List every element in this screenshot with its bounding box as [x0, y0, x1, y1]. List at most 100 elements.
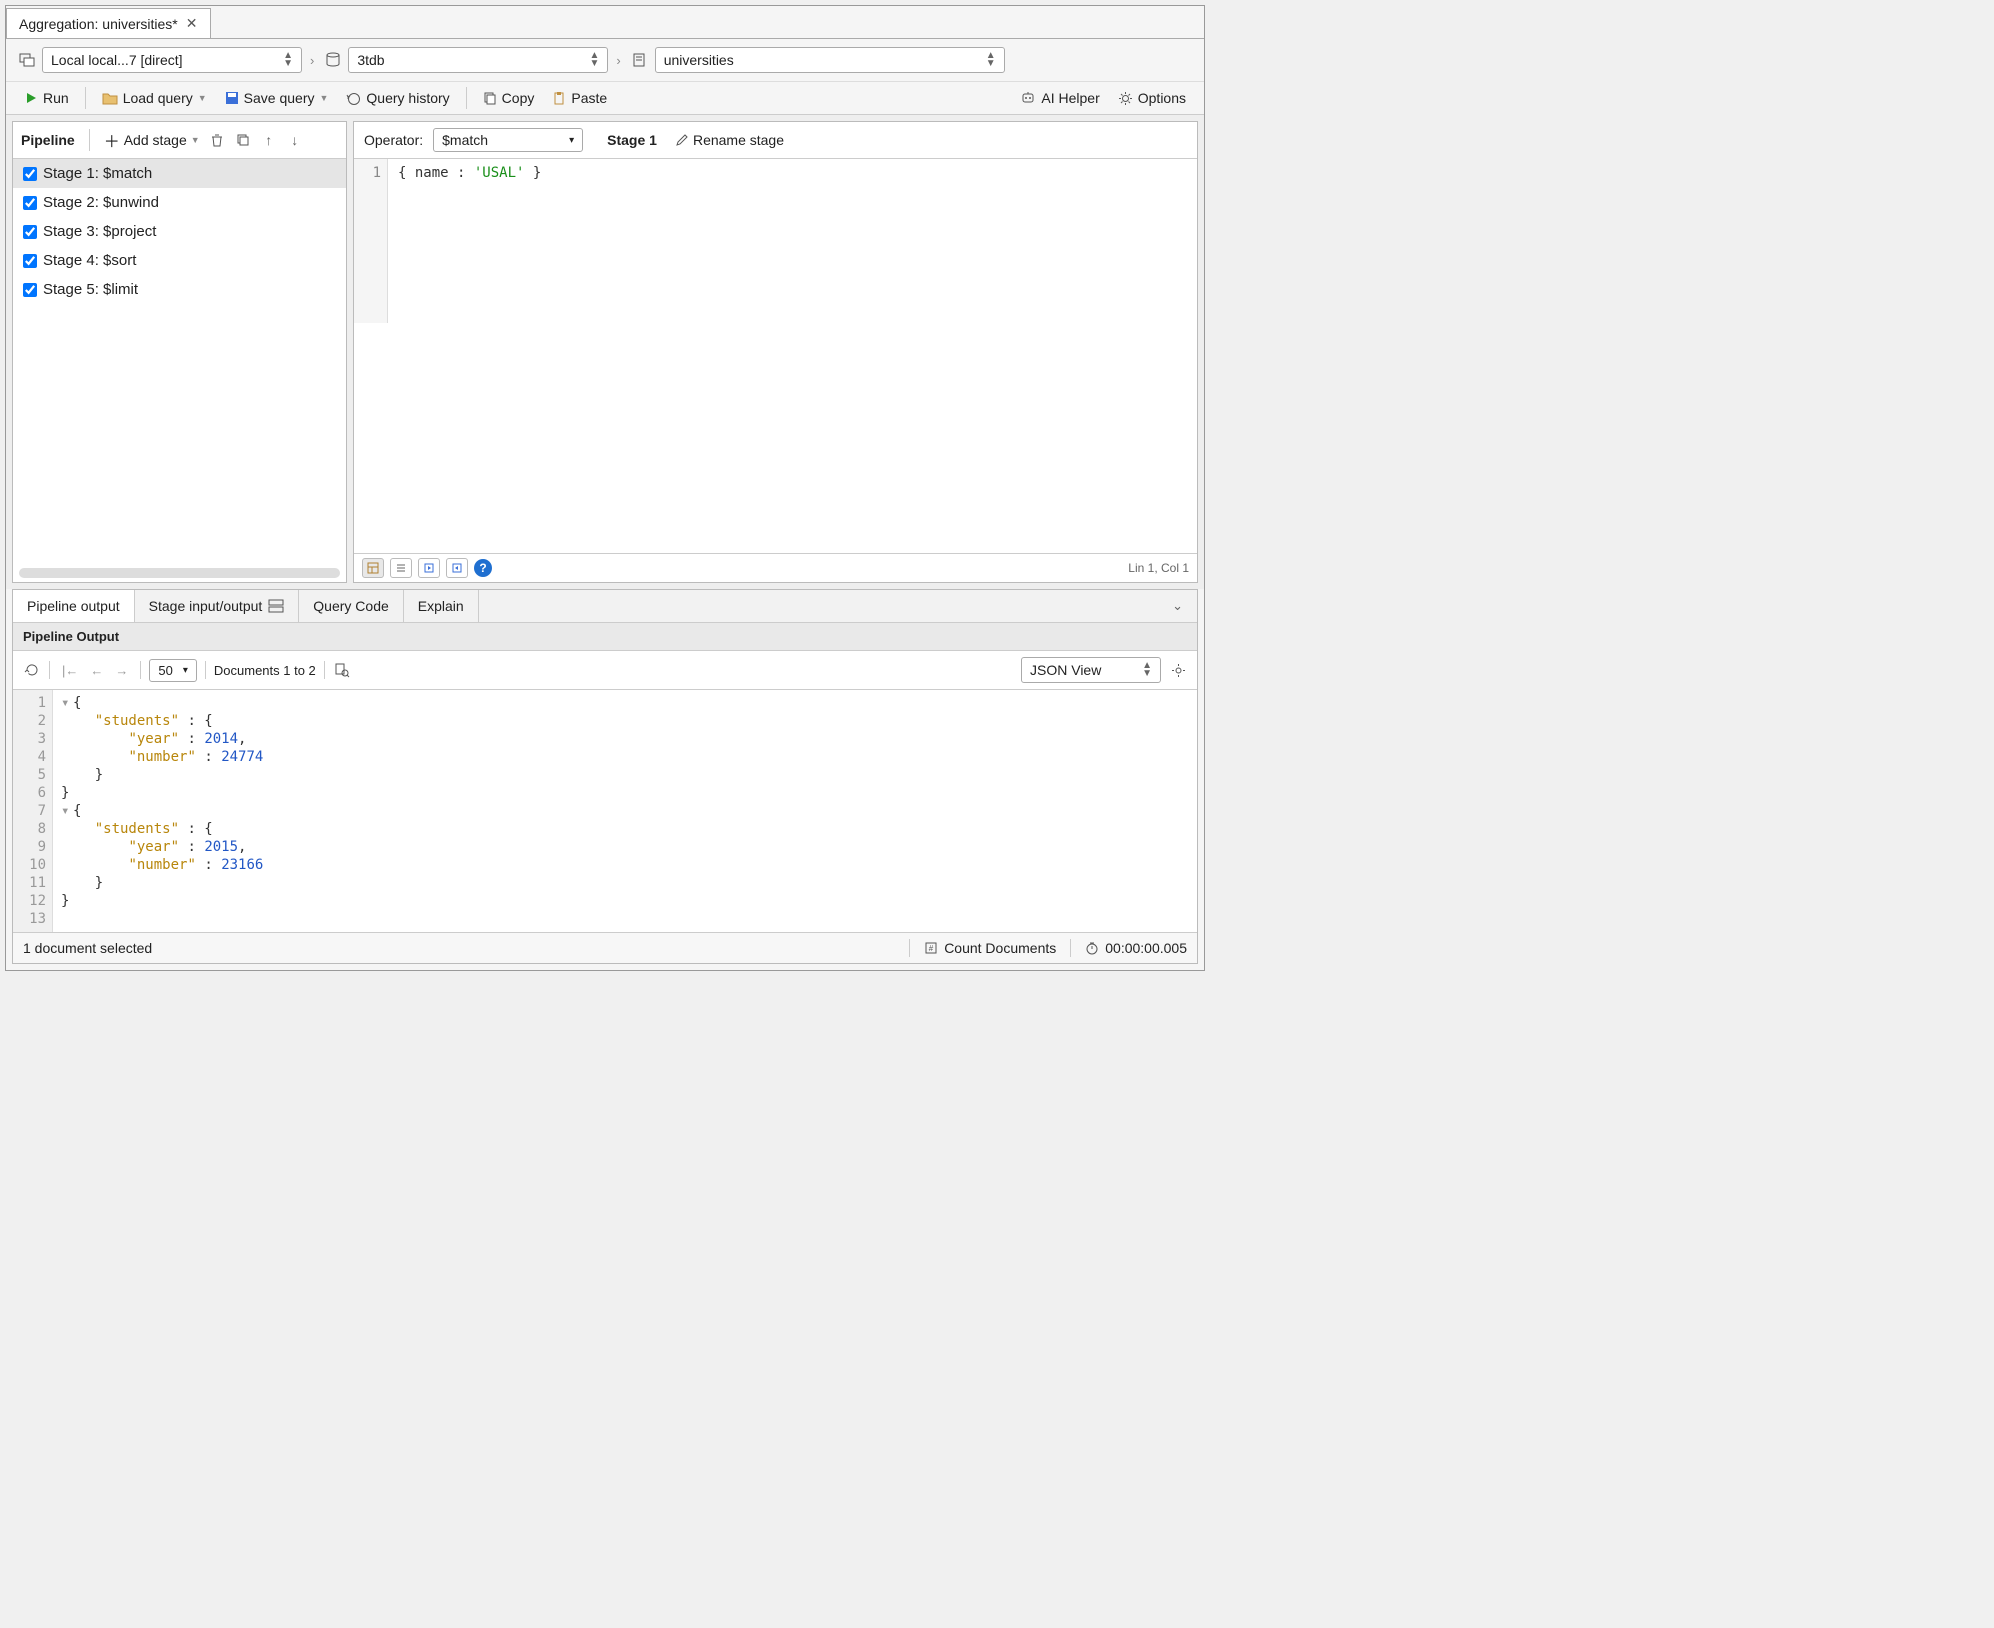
- updown-icon: ▲▼: [283, 52, 293, 68]
- move-up-icon[interactable]: ↑: [260, 131, 278, 149]
- content-split: Pipeline ＋ Add stage ▼ ↑ ↓: [6, 115, 1204, 589]
- main-area: Local local...7 [direct] ▲▼ › 3tdb ▲▼ › …: [6, 38, 1204, 964]
- page-size-select[interactable]: 50 ▾: [149, 659, 197, 682]
- tab-label: Stage input/output: [149, 598, 263, 614]
- stage-checkbox[interactable]: [23, 254, 37, 268]
- pipeline-title: Pipeline: [21, 132, 75, 148]
- stage-checkbox[interactable]: [23, 167, 37, 181]
- output-gutter: 12345678910111213: [13, 690, 53, 932]
- collection-select[interactable]: universities ▲▼: [655, 47, 1005, 73]
- stage-item[interactable]: Stage 2: $unwind: [13, 188, 346, 217]
- elapsed-value: 00:00:00.005: [1105, 940, 1187, 956]
- separator: [49, 661, 50, 679]
- tab-explain[interactable]: Explain: [404, 590, 479, 622]
- view-mode-3-icon[interactable]: [418, 558, 440, 578]
- chevron-right-icon: ›: [306, 53, 318, 68]
- stage-checkbox[interactable]: [23, 196, 37, 210]
- stage-item[interactable]: Stage 4: $sort: [13, 246, 346, 275]
- connection-value: Local local...7 [direct]: [51, 52, 183, 68]
- ai-helper-button[interactable]: AI Helper: [1012, 86, 1107, 110]
- view-mode-1-icon[interactable]: [362, 558, 384, 578]
- first-page-icon[interactable]: |←: [58, 661, 82, 680]
- separator: [205, 661, 206, 679]
- run-button[interactable]: Run: [16, 86, 77, 110]
- tab-query-code[interactable]: Query Code: [299, 590, 403, 622]
- query-history-button[interactable]: Query history: [338, 86, 457, 110]
- output-toolbar: |← ← → 50 ▾ Documents 1 to 2 JSON View: [13, 651, 1197, 690]
- refresh-icon[interactable]: [23, 661, 41, 679]
- separator: [1070, 939, 1071, 957]
- separator: [85, 87, 86, 109]
- tab-pipeline-output[interactable]: Pipeline output: [13, 590, 135, 622]
- editor-header: Operator: $match ▾ Stage 1 Rename stage: [354, 122, 1197, 159]
- stage-label: Stage 4: $sort: [43, 252, 136, 269]
- close-icon[interactable]: ✕: [186, 15, 198, 32]
- tab-label: Query Code: [313, 598, 388, 614]
- view-mode-4-icon[interactable]: [446, 558, 468, 578]
- pipeline-panel: Pipeline ＋ Add stage ▼ ↑ ↓: [12, 121, 347, 583]
- add-stage-button[interactable]: ＋ Add stage ▼: [104, 128, 200, 152]
- stage-item[interactable]: Stage 5: $limit: [13, 275, 346, 304]
- connection-icon: [16, 49, 38, 71]
- view-mode-2-icon[interactable]: [390, 558, 412, 578]
- separator: [140, 661, 141, 679]
- output-json-view[interactable]: 12345678910111213 ▾{ "students" : { "yea…: [13, 690, 1197, 932]
- rename-stage-button[interactable]: Rename stage: [675, 132, 784, 148]
- tab-bar: Aggregation: universities* ✕: [6, 6, 1204, 38]
- next-page-icon[interactable]: →: [111, 661, 132, 680]
- stage-label: Stage 5: $limit: [43, 281, 138, 298]
- stage-item[interactable]: Stage 3: $project: [13, 217, 346, 246]
- add-stage-label: Add stage: [124, 132, 187, 148]
- view-mode-select[interactable]: JSON View ▲▼: [1021, 657, 1161, 683]
- prev-page-icon[interactable]: ←: [86, 661, 107, 680]
- output-section: Pipeline output Stage input/output Query…: [12, 589, 1198, 964]
- documents-range: Documents 1 to 2: [214, 663, 316, 678]
- stage-checkbox[interactable]: [23, 225, 37, 239]
- tab-label: Pipeline output: [27, 598, 120, 614]
- connection-select[interactable]: Local local...7 [direct] ▲▼: [42, 47, 302, 73]
- stage-item[interactable]: Stage 1: $match: [13, 159, 346, 188]
- operator-select[interactable]: $match ▾: [433, 128, 583, 152]
- chevron-down-icon: ▼: [198, 93, 207, 103]
- main-toolbar: Run Load query ▼ Save query ▼ Query hist…: [6, 81, 1204, 115]
- line-gutter: 1: [354, 159, 388, 323]
- breadcrumb: Local local...7 [direct] ▲▼ › 3tdb ▲▼ › …: [6, 39, 1204, 81]
- options-button[interactable]: Options: [1110, 86, 1194, 110]
- tab-label: Explain: [418, 598, 464, 614]
- stage-label: Stage 2: $unwind: [43, 194, 159, 211]
- settings-icon[interactable]: [1169, 661, 1187, 679]
- cursor-position: Lin 1, Col 1: [1128, 561, 1189, 575]
- operator-value: $match: [442, 132, 488, 148]
- count-documents-button[interactable]: # Count Documents: [924, 940, 1056, 956]
- code-editor[interactable]: 1 { name : 'USAL' }: [354, 159, 1197, 323]
- tab-stage-io[interactable]: Stage input/output: [135, 590, 300, 622]
- chevron-down-icon: ▼: [191, 135, 200, 145]
- separator: [909, 939, 910, 957]
- load-query-button[interactable]: Load query ▼: [94, 86, 215, 110]
- copy-button[interactable]: Copy: [475, 86, 543, 110]
- collapse-icon[interactable]: ⌄: [1158, 590, 1197, 622]
- output-tabs: Pipeline output Stage input/output Query…: [13, 590, 1197, 623]
- move-down-icon[interactable]: ↓: [286, 131, 304, 149]
- count-label: Count Documents: [944, 940, 1056, 956]
- save-query-button[interactable]: Save query ▼: [217, 86, 337, 110]
- document-tab[interactable]: Aggregation: universities* ✕: [6, 8, 211, 38]
- save-label: Save query: [244, 90, 315, 106]
- editor-panel: Operator: $match ▾ Stage 1 Rename stage …: [353, 121, 1198, 583]
- paste-button[interactable]: Paste: [544, 86, 615, 110]
- run-label: Run: [43, 90, 69, 106]
- output-body[interactable]: ▾{ "students" : { "year" : 2014, "number…: [53, 690, 271, 932]
- find-icon[interactable]: [333, 661, 351, 679]
- duplicate-icon[interactable]: [234, 131, 252, 149]
- editor-footer: ? Lin 1, Col 1: [354, 553, 1197, 582]
- code-body[interactable]: { name : 'USAL' }: [388, 159, 551, 323]
- collection-value: universities: [664, 52, 734, 68]
- stage-checkbox[interactable]: [23, 283, 37, 297]
- paste-label: Paste: [571, 90, 607, 106]
- delete-icon[interactable]: [208, 131, 226, 149]
- app-window: Aggregation: universities* ✕ Local local…: [5, 5, 1205, 971]
- plus-icon: ＋: [104, 128, 120, 152]
- database-select[interactable]: 3tdb ▲▼: [348, 47, 608, 73]
- help-icon[interactable]: ?: [474, 559, 492, 577]
- scrollbar[interactable]: [19, 568, 340, 578]
